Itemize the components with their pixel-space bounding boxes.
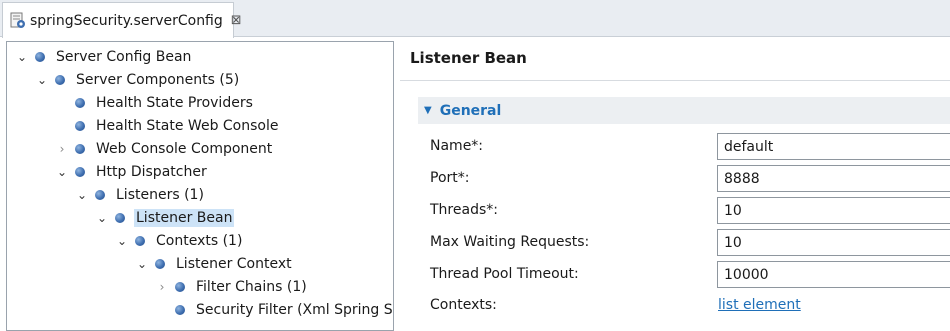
tree-item-label: Listener Bean: [134, 209, 235, 227]
tree-item-label: Server Config Bean: [56, 49, 192, 65]
thread-pool-timeout-label: Thread Pool Timeout:: [430, 266, 579, 282]
tree-item-label: Security Filter (Xml Spring Sec: [196, 302, 394, 318]
editor-tab-label: springSecurity.serverConfig: [30, 12, 223, 29]
tree-item-label: Health State Providers: [96, 95, 253, 111]
config-tree[interactable]: ⌄ Server Config Bean ⌄ Server Components…: [6, 41, 394, 331]
bean-node-icon: [155, 259, 165, 269]
editor-tab-server-config[interactable]: springSecurity.serverConfig ⊠: [2, 2, 242, 38]
tree-item-label: Listeners (1): [116, 187, 204, 203]
bean-node-icon: [95, 190, 105, 200]
chevron-down-icon[interactable]: ▼: [424, 105, 432, 116]
chevron-down-icon[interactable]: ⌄: [75, 188, 89, 202]
tree-item-label: Http Dispatcher: [96, 164, 207, 180]
max-waiting-requests-field[interactable]: [717, 229, 950, 256]
bean-node-icon: [75, 167, 85, 177]
name-label: Name*:: [430, 138, 484, 154]
details-title: Listener Bean: [410, 49, 527, 67]
close-icon[interactable]: ⊠: [231, 13, 242, 28]
contexts-list-element-link[interactable]: list element: [718, 297, 801, 313]
tree-item-health-state-providers[interactable]: › Health State Providers: [55, 92, 255, 114]
tree-item-label: Contexts (1): [156, 233, 243, 249]
bean-node-icon: [75, 121, 85, 131]
tree-item-health-state-web-console[interactable]: › Health State Web Console: [55, 115, 280, 137]
tree-item-server-config-bean[interactable]: ⌄ Server Config Bean: [15, 46, 193, 68]
tree-item-web-console-component[interactable]: › Web Console Component: [55, 138, 274, 160]
tree-item-server-components[interactable]: ⌄ Server Components (5): [35, 69, 241, 91]
port-label: Port*:: [430, 170, 470, 186]
details-pane: Listener Bean ▼ General Name*: Port*: Th…: [400, 37, 950, 319]
chevron-down-icon[interactable]: ⌄: [95, 211, 109, 225]
chevron-down-icon[interactable]: ⌄: [35, 73, 49, 87]
divider: [400, 80, 950, 81]
config-file-icon: [9, 12, 27, 30]
chevron-down-icon[interactable]: ⌄: [15, 50, 29, 64]
tree-item-listener-context[interactable]: ⌄ Listener Context: [135, 253, 294, 275]
bean-node-icon: [175, 282, 185, 292]
chevron-down-icon[interactable]: ⌄: [115, 234, 129, 248]
chevron-right-icon[interactable]: ›: [55, 142, 69, 156]
port-field[interactable]: [717, 165, 950, 192]
bean-node-icon: [35, 52, 45, 62]
max-waiting-requests-label: Max Waiting Requests:: [430, 234, 590, 250]
tree-item-label: Health State Web Console: [96, 118, 279, 134]
tree-item-filter-chains[interactable]: › Filter Chains (1): [155, 276, 309, 298]
chevron-down-icon[interactable]: ⌄: [135, 257, 149, 271]
tree-item-label: Server Components (5): [76, 72, 240, 88]
tree-item-http-dispatcher[interactable]: ⌄ Http Dispatcher: [55, 161, 209, 183]
threads-field[interactable]: [717, 197, 950, 224]
thread-pool-timeout-field[interactable]: [717, 261, 950, 288]
bean-node-icon: [115, 213, 125, 223]
bean-node-icon: [175, 305, 185, 315]
threads-label: Threads*:: [430, 202, 498, 218]
chevron-right-icon[interactable]: ›: [155, 280, 169, 294]
section-header-general[interactable]: ▼ General: [418, 97, 950, 124]
name-field[interactable]: [717, 133, 950, 160]
bean-node-icon: [135, 236, 145, 246]
tree-item-contexts[interactable]: ⌄ Contexts (1): [115, 230, 244, 252]
section-title: General: [439, 102, 502, 119]
contexts-label: Contexts:: [430, 297, 497, 313]
tree-item-label: Filter Chains (1): [196, 279, 307, 295]
tree-item-security-filter[interactable]: › Security Filter (Xml Spring Sec: [155, 299, 394, 321]
chevron-down-icon[interactable]: ⌄: [55, 165, 69, 179]
tree-item-listener-bean[interactable]: ⌄ Listener Bean: [95, 207, 235, 229]
bean-node-icon: [55, 75, 65, 85]
bean-node-icon: [75, 144, 85, 154]
bean-node-icon: [75, 98, 85, 108]
tree-item-label: Web Console Component: [96, 141, 273, 157]
editor-tab-bar: springSecurity.serverConfig ⊠: [0, 0, 950, 38]
tree-item-listeners[interactable]: ⌄ Listeners (1): [75, 184, 206, 206]
tree-item-label: Listener Context: [176, 256, 292, 272]
